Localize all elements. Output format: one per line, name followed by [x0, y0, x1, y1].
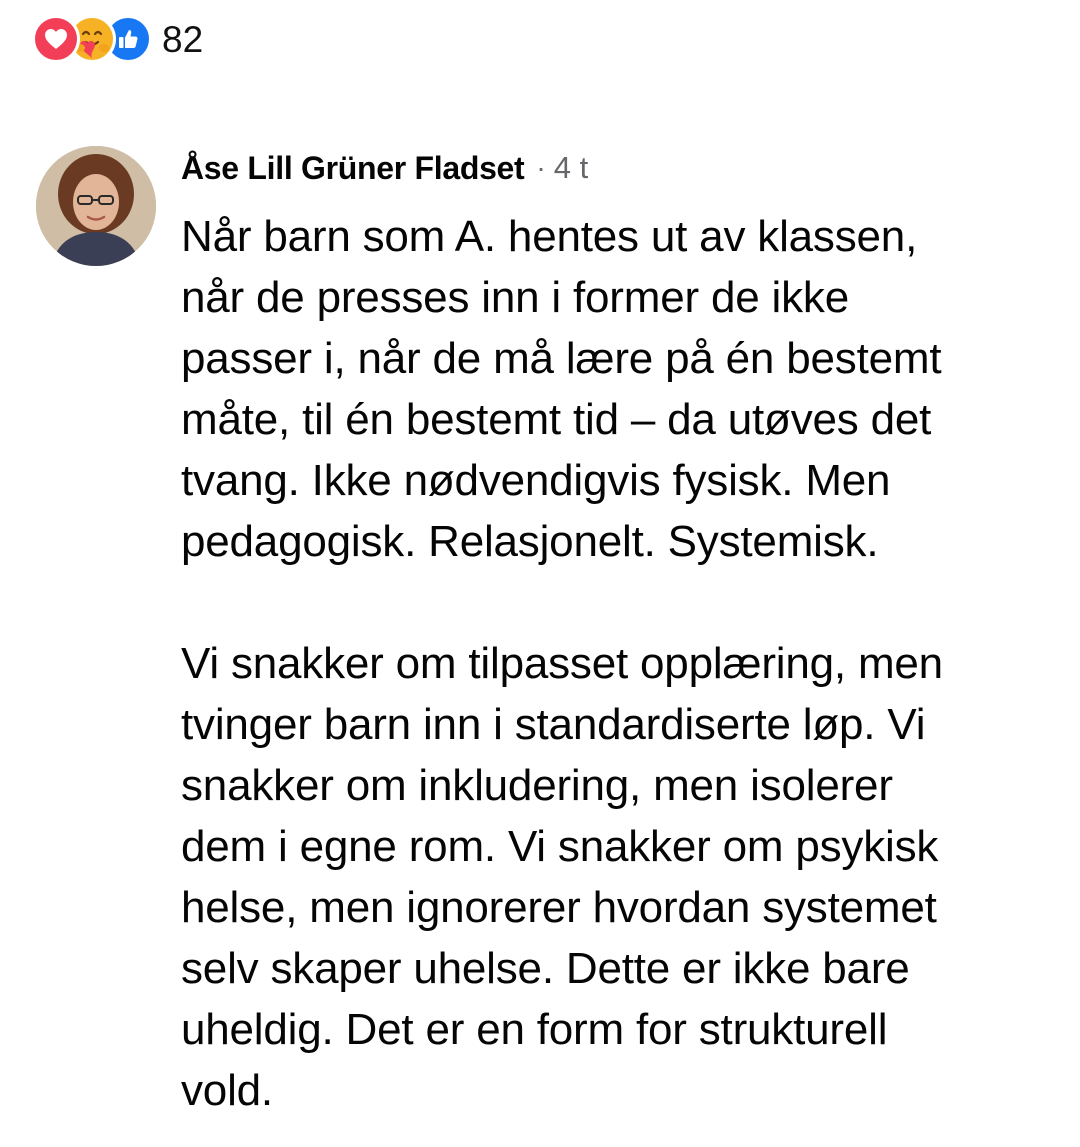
comment-paragraph: Når barn som A. hentes ut av klassen, nå… [181, 206, 1041, 572]
comment-line: snakker om inkludering, men isolerer [181, 761, 893, 810]
avatar[interactable] [36, 146, 156, 266]
comment-text: Når barn som A. hentes ut av klassen, nå… [181, 206, 1041, 1121]
comment-paragraph: Vi snakker om tilpasset opplæring, men t… [181, 633, 1041, 1121]
comment-line: vold. [181, 1066, 273, 1115]
comment-line: tvang. Ikke nødvendigvis fysisk. Men [181, 456, 891, 505]
comment-line: helse, men ignorerer hvordan systemet [181, 883, 937, 932]
comment-line: uheldig. Det er en form for strukturell [181, 1005, 888, 1054]
comment-line: tvinger barn inn i standardiserte løp. V… [181, 700, 926, 749]
love-icon [32, 15, 80, 63]
comment-line: dem i egne rom. Vi snakker om psykisk [181, 822, 939, 871]
comment-line: pedagogisk. Relasjonelt. Systemisk. [181, 517, 879, 566]
reactions-summary[interactable]: 82 [32, 14, 203, 64]
comment-line: måte, til én bestemt tid – da utøves det [181, 395, 932, 444]
author-name[interactable]: Åse Lill Grüner Fladset [181, 150, 525, 187]
comment-line: passer i, når de må lære på én bestemt [181, 334, 942, 383]
comment-line: selv skaper uhelse. Dette er ikke bare [181, 944, 910, 993]
reaction-count: 82 [162, 18, 204, 60]
meta-separator: · [536, 152, 546, 183]
comment-line: når de presses inn i former de ikke [181, 273, 849, 322]
avatar-image [36, 146, 156, 266]
comment-header: Åse Lill Grüner Fladset · 4 t [181, 146, 588, 190]
comment-line: Vi snakker om tilpasset opplæring, men [181, 639, 943, 688]
comment-timestamp[interactable]: 4 t [554, 150, 588, 186]
comment-screen: 82 Åse Lill Grüner Fladset · 4 t Når bar… [0, 0, 1080, 1147]
comment-line: Når barn som A. hentes ut av klassen, [181, 212, 918, 261]
